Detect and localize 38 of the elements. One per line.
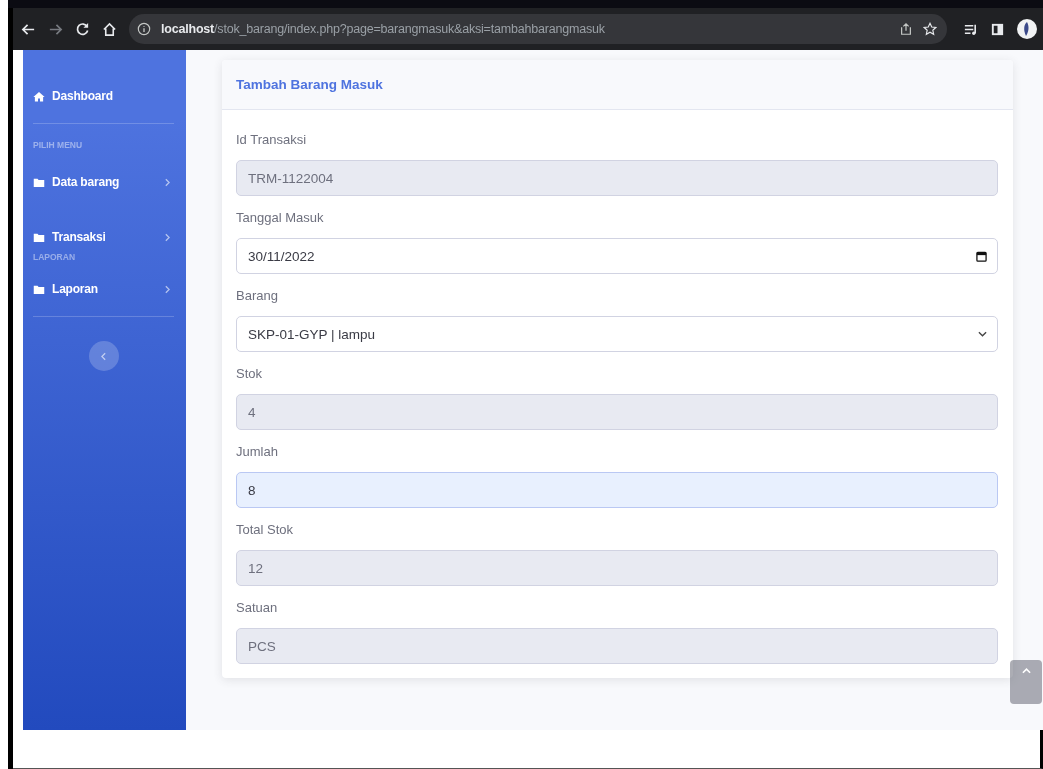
chevron-left-icon — [101, 351, 106, 361]
chevron-up-icon — [1021, 668, 1031, 674]
home-icon — [33, 90, 45, 102]
card-title: Tambah Barang Masuk — [236, 77, 383, 92]
field-label: Satuan — [236, 600, 279, 615]
select-field[interactable]: SKP-01-GYP | lampu — [236, 316, 998, 352]
sidebar-link[interactable]: Dashboard — [33, 84, 174, 108]
reload-icon[interactable] — [75, 21, 90, 37]
field-label: Id Transaksi — [236, 132, 308, 147]
field-label: Total Stok — [236, 522, 295, 537]
sidebar-toggle-button[interactable] — [88, 341, 119, 371]
sidebar-link[interactable]: Transaksi — [33, 225, 174, 249]
sidebar-link[interactable]: Laporan — [33, 277, 174, 301]
star-icon[interactable] — [923, 22, 937, 36]
chevron-right-icon — [165, 177, 170, 187]
folder-icon — [33, 283, 45, 295]
date-field[interactable]: 30/11/2022 — [236, 238, 998, 274]
sidebar-heading: PILIH MENU — [33, 140, 84, 152]
field-label: Jumlah — [236, 444, 279, 459]
dropdown-caret-icon — [978, 331, 987, 337]
info-icon[interactable] — [137, 22, 151, 36]
side-panel-icon[interactable] — [990, 21, 1005, 37]
home-icon[interactable] — [102, 21, 117, 37]
profile-avatar-icon[interactable] — [1017, 19, 1037, 39]
folder-icon — [33, 176, 45, 188]
share-icon[interactable] — [899, 22, 913, 36]
chevron-right-icon — [165, 232, 170, 242]
field-label: Tanggal Masuk — [236, 210, 325, 225]
sidebar-link[interactable]: Data barang — [33, 170, 174, 194]
input-field[interactable]: 8 — [236, 472, 998, 508]
calendar-icon[interactable] — [976, 250, 987, 262]
sidebar-heading: LAPORAN — [33, 252, 77, 264]
field-label: Stok — [236, 366, 263, 381]
chevron-right-icon — [165, 284, 170, 294]
url-text: localhost/stok_barang/index.php?page=barangmasuk&aksi=tambahbarangmasuk — [161, 22, 605, 36]
folder-icon — [33, 231, 45, 243]
field-label: Barang — [236, 288, 279, 303]
address-bar[interactable]: localhost/stok_barang/index.php?page=barangmasuk&aksi=tambahbarangmasuk — [129, 14, 947, 44]
